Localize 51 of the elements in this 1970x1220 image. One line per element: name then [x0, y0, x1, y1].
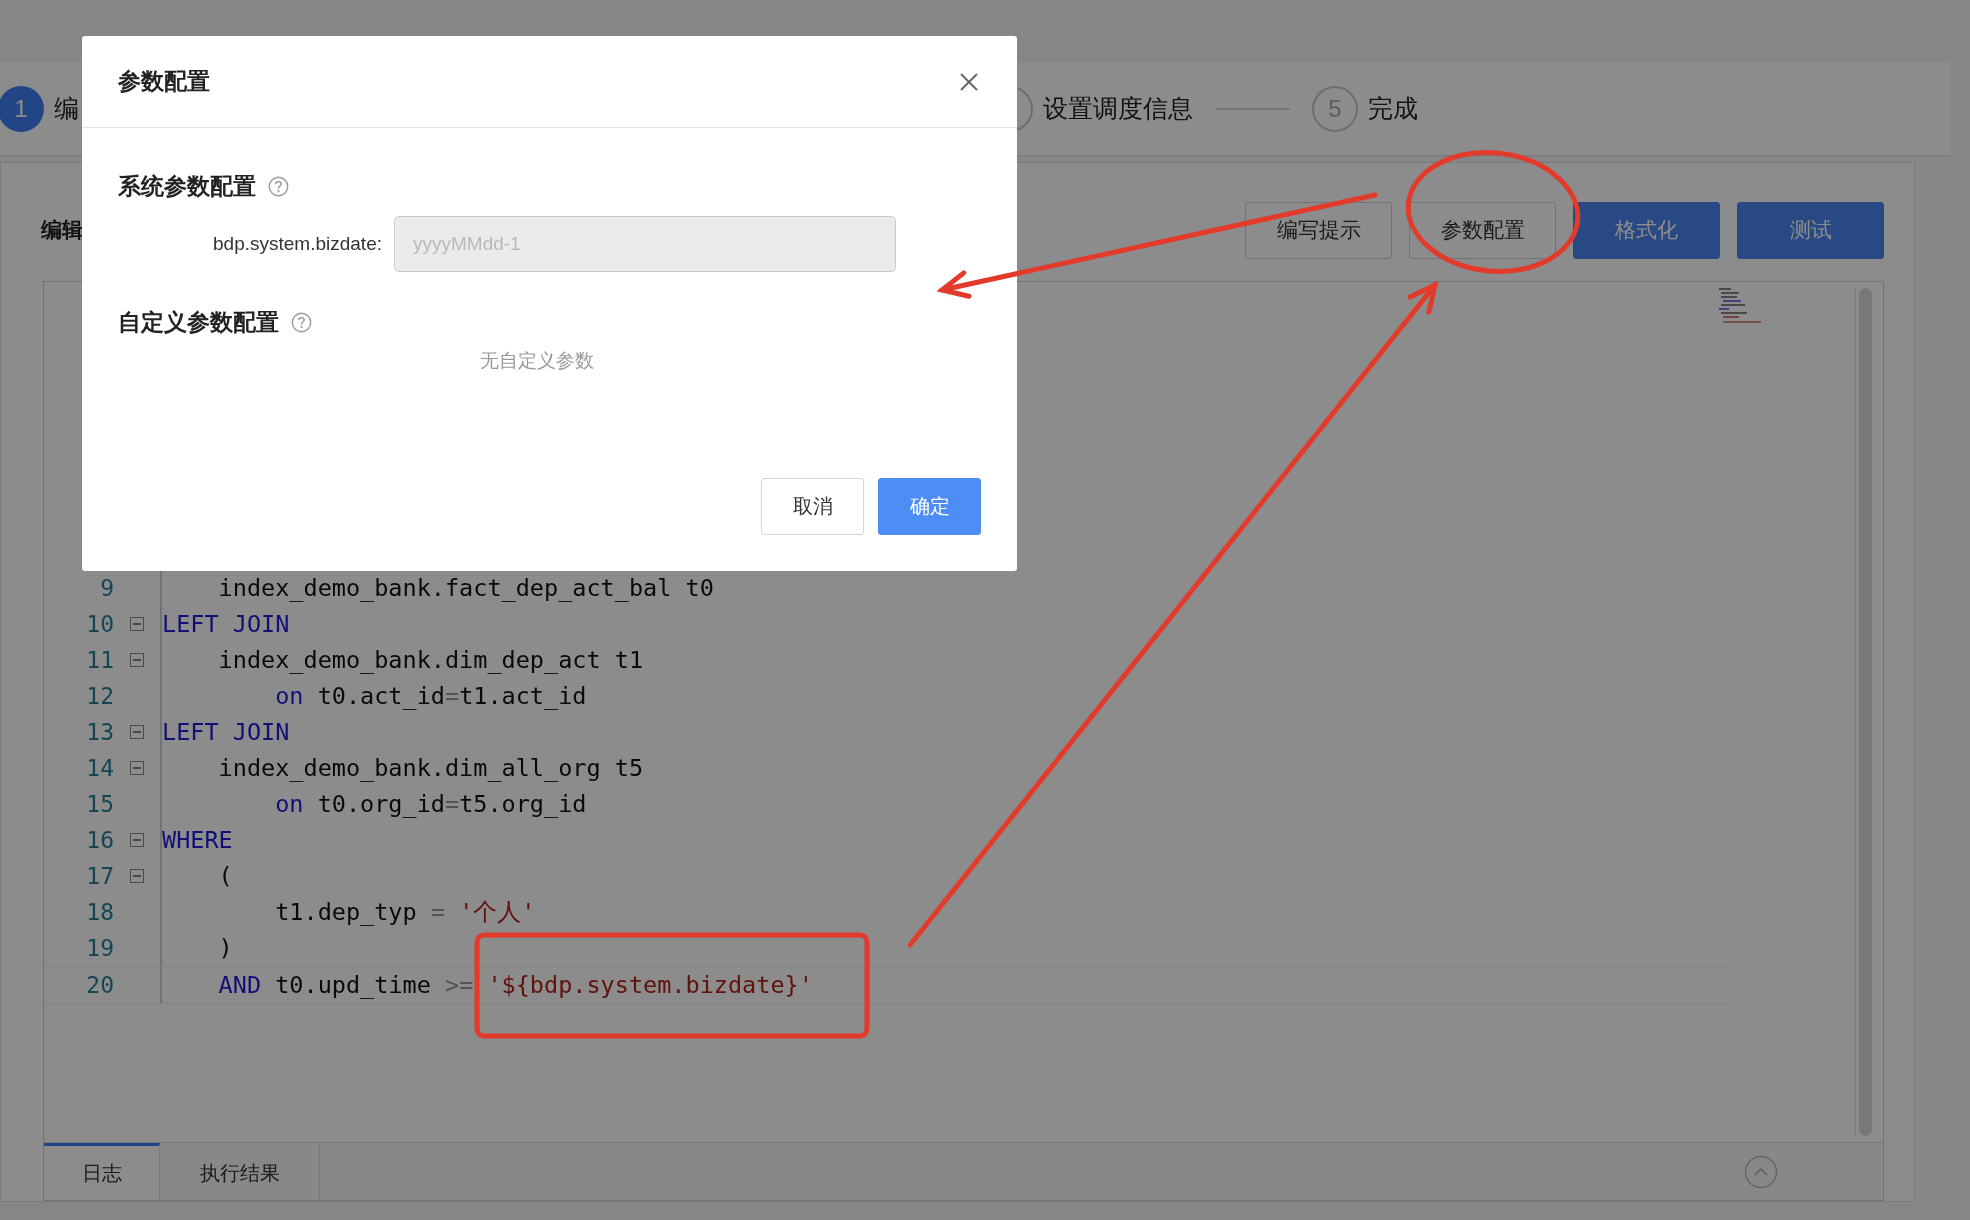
code-line: AND t0.upd_time >= '${bdp.system.bizdate}'	[160, 967, 813, 1003]
code-line: LEFT JOIN	[160, 606, 290, 642]
line-number: 15	[85, 791, 114, 817]
step-number: 1	[0, 85, 44, 132]
panel-tab[interactable]: 日志	[44, 1143, 160, 1200]
code-line: on t0.act_id=t1.act_id	[160, 678, 587, 714]
code-line: )	[160, 930, 233, 966]
close-icon[interactable]	[959, 71, 979, 92]
code-line: LEFT JOIN	[160, 714, 290, 750]
expand-up-icon[interactable]	[1744, 1154, 1778, 1189]
code-line: t1.dep_typ = '个人'	[160, 894, 536, 930]
collapse-icon[interactable]	[130, 653, 144, 667]
step-label: 编	[54, 93, 79, 124]
line-number: 16	[85, 827, 114, 853]
section-title: 系统参数配置	[118, 171, 256, 201]
collapse-icon[interactable]	[130, 869, 144, 883]
collapse-icon[interactable]	[130, 761, 144, 775]
code-line: (	[160, 858, 233, 894]
toolbar-button[interactable]: 参数配置	[1409, 201, 1556, 259]
field-label: bdp.system.bizdate:	[212, 233, 383, 255]
section-title: 自定义参数配置	[118, 307, 279, 337]
line-number: 17	[85, 863, 114, 889]
collapse-icon[interactable]	[130, 617, 144, 631]
collapse-icon[interactable]	[130, 725, 144, 739]
help-icon[interactable]	[268, 175, 289, 197]
empty-message: 无自定义参数	[478, 349, 595, 373]
minimap-drawing	[1717, 286, 1763, 326]
dialog-button[interactable]: 取消	[761, 478, 864, 535]
line-number: 13	[85, 719, 114, 745]
code-line: WHERE	[160, 822, 233, 858]
editor-title: 编辑	[41, 217, 83, 243]
toolbar-button[interactable]: 格式化	[1573, 201, 1720, 259]
line-number: 9	[99, 575, 114, 601]
dialog-title: 参数配置	[118, 67, 210, 96]
line-number: 10	[85, 611, 114, 637]
line-number: 18	[85, 899, 114, 925]
code-line: index_demo_bank.dim_dep_act t1	[160, 642, 644, 678]
step-label: 设置调度信息	[1043, 93, 1193, 124]
line-number: 19	[85, 935, 114, 961]
toolbar-button[interactable]: 测试	[1737, 201, 1884, 259]
line-number: 12	[85, 683, 114, 709]
line-number: 14	[85, 755, 114, 781]
collapse-icon[interactable]	[130, 833, 144, 847]
code-line: on t0.org_id=t5.org_id	[160, 786, 587, 822]
code-line: index_demo_bank.dim_all_org t5	[160, 750, 644, 786]
line-number: 20	[85, 972, 114, 998]
dialog-button[interactable]: 确定	[878, 478, 981, 535]
help-icon[interactable]	[291, 311, 312, 333]
step-label: 完成	[1368, 93, 1418, 124]
line-number: 11	[85, 647, 114, 673]
toolbar-button[interactable]: 编写提示	[1245, 201, 1392, 259]
